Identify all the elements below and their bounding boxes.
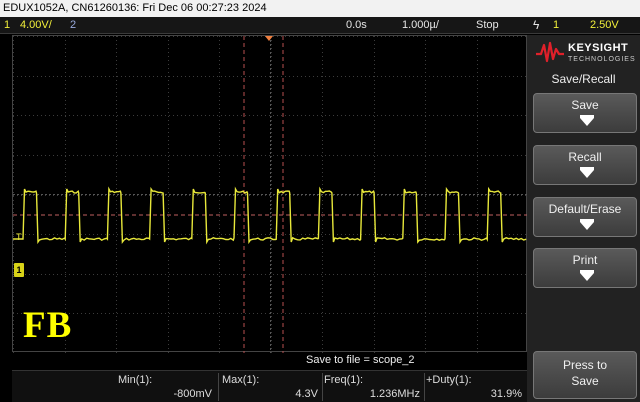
meas-separator (218, 373, 219, 401)
down-arrow-icon (580, 222, 594, 230)
waveform-display[interactable]: T 1 FB (12, 35, 528, 353)
ch2-number[interactable]: 2 (70, 17, 76, 34)
trigger-level[interactable]: 2.50V (590, 17, 619, 34)
save-softkey-label: Save (571, 98, 599, 112)
press-label-line2: Save (571, 374, 599, 388)
status-bar: 1 4.00V/ 2 0.0s 1.000µ/ Stop ϟ 1 2.50V (0, 17, 640, 34)
overlay-label: FB (23, 305, 73, 346)
down-arrow-icon (580, 273, 594, 281)
meas-freq-value: 1.236MHz (369, 388, 420, 400)
time-delay[interactable]: 0.0s (346, 17, 367, 34)
waveform-canvas (13, 36, 528, 353)
meas-max-value: 4.3V (295, 388, 318, 400)
ch1-number[interactable]: 1 (4, 17, 10, 34)
meas-min-label: Min(1): (118, 374, 153, 386)
meas-min-value: -800mV (173, 388, 212, 400)
window-title: EDUX1052A, CN61260136: Fri Dec 06 00:27:… (0, 0, 640, 17)
ch1-scale[interactable]: 4.00V/ (20, 17, 52, 34)
trigger-source[interactable]: 1 (553, 17, 559, 34)
menu-title: Save/Recall (551, 72, 616, 86)
meas-freq-label: Freq(1): (324, 374, 364, 386)
press-to-save-softkey[interactable]: Press to Save (533, 351, 637, 399)
save-message: Save to file = scope_2 (306, 354, 415, 366)
measurement-bar: Min(1): -800mV Max(1): 4.3V Freq(1): 1.2… (12, 370, 527, 402)
down-arrow-icon (580, 170, 594, 178)
softkey-panel: KEYSIGHT TECHNOLOGIES Save/Recall Save R… (527, 35, 640, 402)
default-erase-softkey[interactable]: Default/Erase (533, 197, 637, 237)
save-softkey[interactable]: Save (533, 93, 637, 133)
print-softkey-label: Print (572, 253, 598, 267)
ch1-ground-marker[interactable]: 1 (14, 263, 24, 277)
run-state[interactable]: Stop (476, 17, 499, 34)
meas-duty-label: +Duty(1): (426, 374, 472, 386)
brand-name: KEYSIGHT (568, 42, 629, 54)
recall-softkey[interactable]: Recall (533, 145, 637, 185)
keysight-logo: KEYSIGHT TECHNOLOGIES (535, 39, 635, 69)
default-erase-softkey-label: Default/Erase (548, 202, 622, 216)
meas-separator (424, 373, 425, 401)
recall-softkey-label: Recall (568, 150, 602, 164)
brand-subtitle: TECHNOLOGIES (568, 56, 636, 63)
meas-separator (322, 373, 323, 401)
graticule (13, 36, 528, 353)
down-arrow-icon (580, 118, 594, 126)
trigger-level-marker[interactable]: T (16, 232, 22, 242)
trigger-edge-icon[interactable]: ϟ (533, 17, 539, 34)
time-scale[interactable]: 1.000µ/ (402, 17, 439, 34)
press-label-line1: Press to (562, 358, 607, 372)
print-softkey[interactable]: Print (533, 248, 637, 288)
keysight-wave-icon (536, 41, 564, 63)
meas-max-label: Max(1): (222, 374, 260, 386)
meas-duty-value: 31.9% (490, 388, 522, 400)
